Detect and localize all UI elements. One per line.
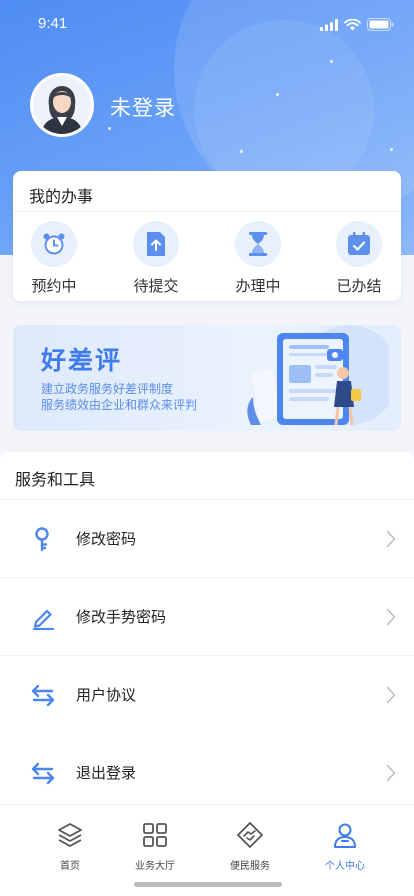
review-banner[interactable]: 好差评 建立政务服务好差评制度 服务绩效由企业和群众来评判 xyxy=(13,325,401,431)
row-label: 用户协议 xyxy=(76,686,137,704)
row-label: 退出登录 xyxy=(76,764,137,782)
task-processing[interactable]: 办理中 xyxy=(218,221,298,296)
task-label: 办理中 xyxy=(235,277,281,295)
divider xyxy=(13,211,401,212)
chevron-right-icon xyxy=(386,686,396,704)
row-label: 修改密码 xyxy=(76,530,137,548)
my-affairs-card: 我的办事 预约中 待提交 办理中 已办结 xyxy=(13,171,401,301)
task-pending-submit[interactable]: 待提交 xyxy=(116,221,196,296)
hourglass-icon xyxy=(249,232,267,256)
decor-star xyxy=(330,60,333,63)
swap-arrows-icon xyxy=(31,684,55,707)
edit-pen-icon xyxy=(32,609,55,630)
chevron-right-icon xyxy=(386,608,396,626)
banner-title: 好差评 xyxy=(41,346,123,375)
status-time: 9:41 xyxy=(38,15,68,32)
key-icon xyxy=(35,527,49,552)
task-label: 待提交 xyxy=(133,277,179,295)
user-agreement-row[interactable]: 用户协议 xyxy=(0,656,414,734)
tab-label: 个人中心 xyxy=(325,861,365,872)
login-status[interactable]: 未登录 xyxy=(110,92,176,122)
alarm-clock-icon xyxy=(43,233,65,255)
decor-star xyxy=(240,150,243,153)
task-label: 预约中 xyxy=(31,277,77,295)
battery-icon xyxy=(367,18,394,31)
decor-star xyxy=(108,127,111,130)
task-label: 已办结 xyxy=(336,277,382,295)
decor-star xyxy=(276,93,279,96)
tab-personal-center[interactable]: 个人中心 xyxy=(300,821,390,872)
decor-star xyxy=(390,148,393,151)
swap-arrows-icon xyxy=(31,762,55,785)
row-label: 修改手势密码 xyxy=(76,608,167,626)
signal-icon xyxy=(320,18,338,31)
banner-illustration xyxy=(247,325,389,426)
wifi-icon xyxy=(344,18,361,30)
card-title: 我的办事 xyxy=(29,187,94,206)
banner-subtitle: 服务绩效由企业和群众来评判 xyxy=(41,398,198,412)
tab-label: 首页 xyxy=(60,861,80,872)
tab-home[interactable]: 首页 xyxy=(25,821,115,872)
tab-convenience-services[interactable]: 便民服务 xyxy=(205,821,295,872)
change-gesture-password-row[interactable]: 修改手势密码 xyxy=(0,578,414,656)
status-bar: 9:41 xyxy=(0,0,414,50)
avatar-user-icon xyxy=(33,76,91,134)
tab-label: 业务大厅 xyxy=(135,861,175,872)
home-indicator xyxy=(134,882,282,887)
change-password-row[interactable]: 修改密码 xyxy=(0,500,414,578)
person-icon xyxy=(334,823,356,848)
upload-document-icon xyxy=(147,232,165,256)
tab-label: 便民服务 xyxy=(230,861,270,872)
chevron-right-icon xyxy=(386,764,396,782)
tab-business-hall[interactable]: 业务大厅 xyxy=(110,821,200,872)
avatar[interactable] xyxy=(30,73,94,137)
services-tools-section: 服务和工具 修改密码 修改手势密码 用户协议 退出登录 xyxy=(0,452,414,804)
calendar-check-icon xyxy=(348,232,370,255)
grid-icon xyxy=(143,823,167,847)
banner-subtitle: 建立政务服务好差评制度 xyxy=(41,382,174,396)
logout-row[interactable]: 退出登录 xyxy=(0,734,414,812)
section-title: 服务和工具 xyxy=(15,470,96,489)
chevron-right-icon xyxy=(386,530,396,548)
handshake-icon xyxy=(237,822,263,848)
layers-icon xyxy=(58,823,82,847)
task-completed[interactable]: 已办结 xyxy=(319,221,399,296)
task-appointment[interactable]: 预约中 xyxy=(14,221,94,296)
